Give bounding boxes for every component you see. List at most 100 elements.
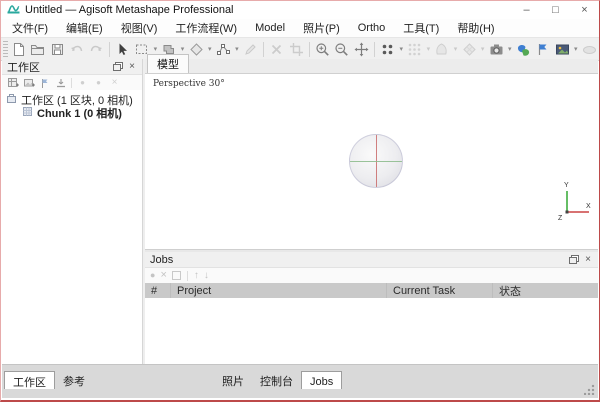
show-mesh-icon <box>432 39 451 59</box>
job-move-down-icon: ↓ <box>204 271 209 281</box>
menu-help[interactable]: 帮助(H) <box>448 18 503 38</box>
axis-z-dot <box>566 211 569 214</box>
menu-edit[interactable]: 编辑(E) <box>57 18 112 38</box>
window-title: Untitled — Agisoft Metashape Professiona… <box>25 4 234 16</box>
jobs-float-icon[interactable] <box>567 253 581 266</box>
enable-icon: ● <box>76 76 89 89</box>
delete-icon <box>267 39 286 59</box>
redo-icon <box>86 39 105 59</box>
model-sphere[interactable] <box>349 134 403 188</box>
add-chunk-icon[interactable] <box>6 76 19 89</box>
chunk-node-icon <box>22 106 33 120</box>
workspace-float-icon[interactable] <box>111 60 125 73</box>
menu-tools[interactable]: 工具(T) <box>394 18 448 38</box>
sphere-horizontal-axis <box>350 161 402 162</box>
rectangle-selection-dropdown-icon[interactable]: ▾ <box>152 45 160 53</box>
resize-grip[interactable] <box>584 384 595 395</box>
bottom-dock: 工作区 参考 照片 控制台 Jobs <box>2 364 598 398</box>
tree-item-chunk[interactable]: Chunk 1 (0 相机) <box>2 106 142 119</box>
zoom-out-icon[interactable] <box>332 39 351 59</box>
job-cancel-icon: × <box>160 270 166 281</box>
add-photos-icon[interactable] <box>22 76 35 89</box>
toolbar-separator <box>109 42 110 57</box>
jobs-panel-titlebar: Jobs × <box>145 252 598 268</box>
disable-icon: ● <box>92 76 105 89</box>
minimize-button[interactable]: – <box>512 1 541 19</box>
object-selection-dropdown-icon[interactable]: ▾ <box>179 45 187 53</box>
zoom-in-icon[interactable] <box>313 39 332 59</box>
menu-view[interactable]: 视图(V) <box>112 18 167 38</box>
new-icon[interactable] <box>9 39 28 59</box>
tab-photos[interactable]: 照片 <box>214 371 252 389</box>
show-tiled-model-icon <box>459 39 478 59</box>
jobs-table-body[interactable] <box>145 298 598 365</box>
select-arrow-icon[interactable] <box>113 39 132 59</box>
menu-ortho[interactable]: Ortho <box>349 20 395 36</box>
chunk-node-label: Chunk 1 (0 相机) <box>37 105 122 121</box>
menu-workflow[interactable]: 工作流程(W) <box>166 18 246 38</box>
menu-file[interactable]: 文件(F) <box>3 18 57 38</box>
free-form-selection-dropdown-icon[interactable]: ▾ <box>206 45 214 53</box>
toolbar-separator <box>263 42 264 57</box>
edit-vertices-dropdown-icon[interactable]: ▾ <box>233 45 241 53</box>
title-bar: Untitled — Agisoft Metashape Professiona… <box>1 1 599 19</box>
draw-icon <box>241 39 260 59</box>
tab-jobs[interactable]: Jobs <box>301 371 342 389</box>
show-images-icon[interactable] <box>552 39 571 59</box>
jobs-column-current-task[interactable]: Current Task <box>387 283 493 298</box>
job-detach-icon <box>172 271 181 280</box>
right-column: 模型 Perspective 30° Y X Z <box>145 59 598 365</box>
show-cameras-dropdown-icon[interactable]: ▾ <box>506 45 514 53</box>
open-icon[interactable] <box>28 39 47 59</box>
workspace-close-icon[interactable]: × <box>125 60 139 73</box>
workspace-panel: 工作区 × ● <box>2 59 142 365</box>
menu-model[interactable]: Model <box>246 20 294 36</box>
jobs-toolbar: ● × ↑ ↓ <box>145 268 598 283</box>
show-shapes-icon <box>580 39 599 59</box>
model-viewport[interactable]: Perspective 30° Y X Z <box>145 74 598 249</box>
axis-gizmo: Y X Z <box>552 179 592 221</box>
show-images-dropdown-icon[interactable]: ▾ <box>572 45 580 53</box>
add-marker-icon[interactable] <box>38 76 51 89</box>
show-point-cloud-icon[interactable] <box>378 39 397 59</box>
panel-toolbar-separator <box>71 78 72 88</box>
show-markers-icon[interactable] <box>533 39 552 59</box>
import-icon[interactable] <box>54 76 67 89</box>
application-window: Untitled — Agisoft Metashape Professiona… <box>0 0 600 402</box>
show-mesh-dropdown-icon: ▾ <box>452 45 460 53</box>
perspective-overlay-label: Perspective 30° <box>153 79 225 89</box>
axis-z-label: Z <box>558 215 563 221</box>
main-area: 工作区 × ● <box>2 59 598 365</box>
tab-workspace[interactable]: 工作区 <box>4 371 55 389</box>
show-tiled-model-dropdown-icon: ▾ <box>479 45 487 53</box>
model-view-tabstrip: 模型 <box>145 59 598 74</box>
toolbar-separator <box>309 42 310 57</box>
show-dense-cloud-icon <box>405 39 424 59</box>
jobs-column-number[interactable]: # <box>145 283 171 298</box>
left-dock-tabs: 工作区 参考 <box>4 371 93 389</box>
jobs-toolbar-separator <box>187 271 188 281</box>
tab-console[interactable]: 控制台 <box>252 371 301 389</box>
close-button[interactable]: × <box>570 1 599 19</box>
toolbar-grip[interactable] <box>3 41 8 57</box>
toolbar-separator <box>374 42 375 57</box>
navigation-mode-icon[interactable] <box>352 39 371 59</box>
jobs-close-icon[interactable]: × <box>581 253 595 266</box>
free-form-selection-icon[interactable] <box>186 39 205 59</box>
center-dock-tabs: 照片 控制台 Jobs <box>214 371 342 389</box>
menu-bar: 文件(F) 编辑(E) 视图(V) 工作流程(W) Model 照片(P) Or… <box>1 19 599 37</box>
tab-model[interactable]: 模型 <box>147 54 189 73</box>
save-icon[interactable] <box>48 39 67 59</box>
tab-reference[interactable]: 参考 <box>55 371 93 389</box>
show-cameras-icon[interactable] <box>487 39 506 59</box>
show-aligned-chunks-icon[interactable] <box>514 39 533 59</box>
jobs-column-status[interactable]: 状态 <box>493 283 598 298</box>
job-pause-icon: ● <box>150 271 155 280</box>
show-point-cloud-dropdown-icon[interactable]: ▾ <box>397 45 405 53</box>
axis-y-label: Y <box>564 182 569 189</box>
maximize-button[interactable]: □ <box>541 1 570 19</box>
edit-vertices-icon[interactable] <box>214 39 233 59</box>
menu-photo[interactable]: 照片(P) <box>294 18 349 38</box>
jobs-column-project[interactable]: Project <box>171 283 387 298</box>
main-toolbar: ▾ ▾ ▾ ▾ <box>1 37 599 61</box>
